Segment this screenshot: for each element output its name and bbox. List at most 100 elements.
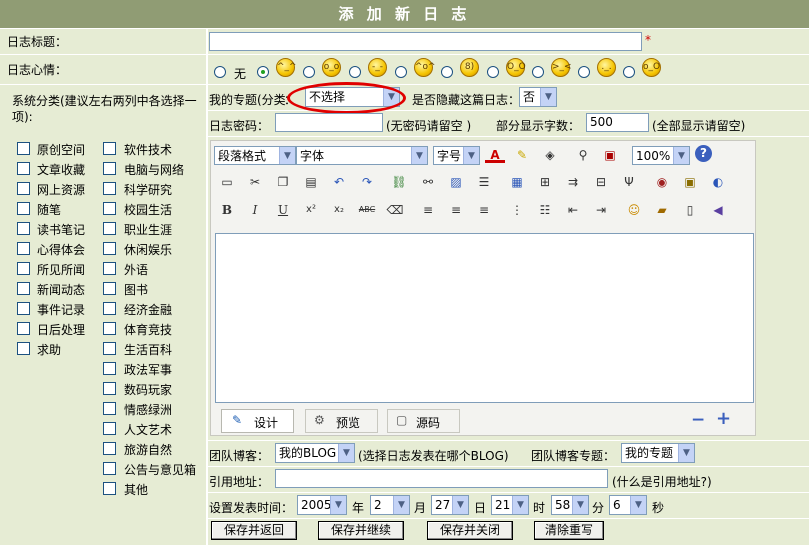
- mood-radio-5[interactable]: [441, 66, 453, 78]
- category-left-checkbox[interactable]: [17, 202, 30, 215]
- category-left-checkbox[interactable]: [17, 162, 30, 175]
- unlink-icon[interactable]: ⚯: [418, 172, 438, 192]
- category-right-checkbox[interactable]: [103, 262, 116, 275]
- insert-page-icon[interactable]: ▯: [680, 200, 700, 220]
- category-right-checkbox[interactable]: [103, 162, 116, 175]
- mood-radio-8[interactable]: [578, 66, 590, 78]
- tab-design[interactable]: ✎ 设计: [221, 409, 294, 433]
- category-right-checkbox[interactable]: [103, 282, 116, 295]
- align-left-icon[interactable]: ≡: [418, 200, 438, 220]
- mood-radio-7[interactable]: [532, 66, 544, 78]
- category-left-checkbox[interactable]: [17, 282, 30, 295]
- team-select[interactable]: 我的BLOG ▼: [275, 443, 355, 463]
- format-select[interactable]: 段落格式 ▼: [214, 146, 296, 165]
- category-left-checkbox[interactable]: [17, 222, 30, 235]
- cite-input[interactable]: [275, 469, 608, 488]
- save-return-button[interactable]: 保存并返回: [211, 521, 297, 540]
- mood-radio-3[interactable]: [349, 66, 361, 78]
- mood-radio-2[interactable]: [303, 66, 315, 78]
- italic-icon[interactable]: I: [245, 200, 265, 220]
- insert-column-icon[interactable]: ⇉: [563, 172, 583, 192]
- cite-hint[interactable]: (什么是引用地址?): [612, 473, 712, 490]
- category-right-checkbox[interactable]: [103, 462, 116, 475]
- highlight-icon[interactable]: ✎: [512, 145, 532, 165]
- insert-audio-icon[interactable]: ◐: [708, 172, 728, 192]
- paste-icon[interactable]: ▤: [301, 172, 321, 192]
- size-select[interactable]: 字号 ▼: [433, 146, 480, 165]
- save-continue-button[interactable]: 保存并继续: [318, 521, 404, 540]
- year-select[interactable]: 2005 ▼: [297, 495, 347, 515]
- font-select[interactable]: 字体 ▼: [296, 146, 428, 165]
- category-left-checkbox[interactable]: [17, 342, 30, 355]
- category-right-checkbox[interactable]: [103, 182, 116, 195]
- merge-cells-icon[interactable]: ⊟: [591, 172, 611, 192]
- indent-icon[interactable]: ⇥: [591, 200, 611, 220]
- partial-input[interactable]: 500: [586, 113, 649, 132]
- mood-radio-1[interactable]: [257, 66, 269, 78]
- log-title-input[interactable]: [209, 32, 642, 51]
- numbered-list-icon[interactable]: ⋮: [507, 200, 527, 220]
- underline-icon[interactable]: U: [273, 200, 293, 220]
- category-right-checkbox[interactable]: [103, 382, 116, 395]
- bullet-list-icon[interactable]: ☷: [535, 200, 555, 220]
- fullscreen-icon[interactable]: ▭: [217, 172, 237, 192]
- mood-radio-4[interactable]: [395, 66, 407, 78]
- expand-editor-icon[interactable]: +: [716, 408, 731, 429]
- align-center-icon[interactable]: ≡: [446, 200, 466, 220]
- category-right-checkbox[interactable]: [103, 442, 116, 455]
- remove-format-icon[interactable]: ◈: [540, 145, 560, 165]
- password-input[interactable]: [275, 113, 383, 132]
- align-right-icon[interactable]: ≡: [474, 200, 494, 220]
- eraser-icon[interactable]: ⌫: [385, 200, 405, 220]
- insert-media-icon[interactable]: ◉: [652, 172, 672, 192]
- subscript-icon[interactable]: x₂: [329, 200, 349, 220]
- hide-select[interactable]: 否 ▼: [519, 87, 557, 107]
- replace-icon[interactable]: ▣: [600, 145, 620, 165]
- month-select[interactable]: 2 ▼: [370, 495, 410, 515]
- category-left-checkbox[interactable]: [17, 302, 30, 315]
- redo-icon[interactable]: ↷: [357, 172, 377, 192]
- category-right-checkbox[interactable]: [103, 302, 116, 315]
- category-right-checkbox[interactable]: [103, 362, 116, 375]
- category-right-checkbox[interactable]: [103, 222, 116, 235]
- zoom-select[interactable]: 100% ▼: [632, 146, 690, 165]
- superscript-icon[interactable]: x²: [301, 200, 321, 220]
- tab-preview[interactable]: ⚙ 预览: [305, 409, 378, 433]
- category-left-checkbox[interactable]: [17, 242, 30, 255]
- category-left-checkbox[interactable]: [17, 142, 30, 155]
- insert-image-icon[interactable]: ▨: [446, 172, 466, 192]
- category-right-checkbox[interactable]: [103, 142, 116, 155]
- clear-button[interactable]: 清除重写: [534, 521, 604, 540]
- hour-select[interactable]: 21 ▼: [491, 495, 529, 515]
- tab-source[interactable]: ▢ 源码: [387, 409, 460, 433]
- category-right-checkbox[interactable]: [103, 422, 116, 435]
- insert-file-icon[interactable]: ▰: [652, 200, 672, 220]
- horizontal-rule-icon[interactable]: ☰: [474, 172, 494, 192]
- find-icon[interactable]: ⚲: [573, 145, 593, 165]
- font-color-icon[interactable]: A: [485, 145, 505, 163]
- strikethrough-icon[interactable]: ABC: [357, 200, 377, 220]
- help-icon[interactable]: ?: [695, 145, 712, 162]
- cut-icon[interactable]: ✂: [245, 172, 265, 192]
- bold-icon[interactable]: B: [217, 200, 237, 220]
- insert-row-icon[interactable]: ⊞: [535, 172, 555, 192]
- mood-radio-6[interactable]: [487, 66, 499, 78]
- shrink-editor-icon[interactable]: −: [691, 410, 705, 430]
- copy-icon[interactable]: ❐: [273, 172, 293, 192]
- category-right-checkbox[interactable]: [103, 482, 116, 495]
- outdent-icon[interactable]: ⇤: [563, 200, 583, 220]
- category-left-checkbox[interactable]: [17, 262, 30, 275]
- insert-table-icon[interactable]: ▦: [507, 172, 527, 192]
- category-right-checkbox[interactable]: [103, 402, 116, 415]
- category-right-checkbox[interactable]: [103, 342, 116, 355]
- category-left-checkbox[interactable]: [17, 182, 30, 195]
- insert-flash-icon[interactable]: ▣: [680, 172, 700, 192]
- day-select[interactable]: 27 ▼: [431, 495, 469, 515]
- category-right-checkbox[interactable]: [103, 322, 116, 335]
- save-close-button[interactable]: 保存并关闭: [427, 521, 513, 540]
- insert-link-icon[interactable]: ⛓: [389, 172, 409, 192]
- undo-icon[interactable]: ↶: [329, 172, 349, 192]
- mood-radio-9[interactable]: [623, 66, 635, 78]
- split-cells-icon[interactable]: Ψ: [619, 172, 639, 192]
- second-select[interactable]: 6 ▼: [609, 495, 647, 515]
